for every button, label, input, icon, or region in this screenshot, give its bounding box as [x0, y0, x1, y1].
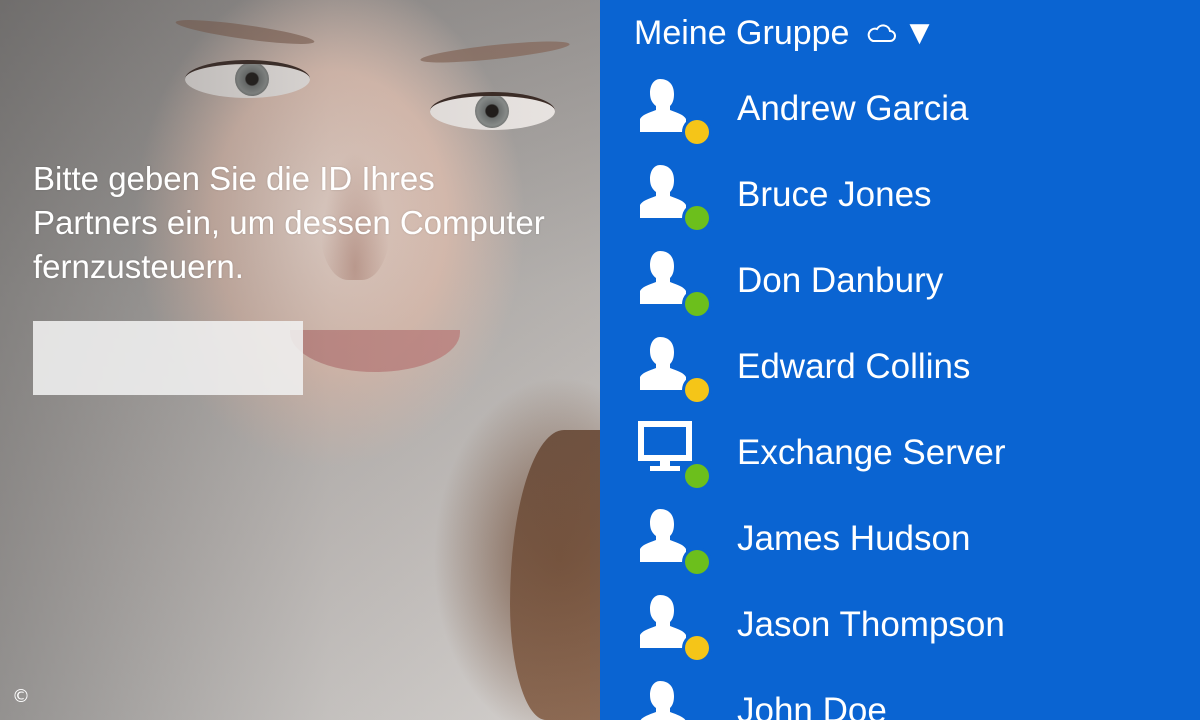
person-icon — [640, 251, 686, 304]
contact-name: Don Danbury — [737, 261, 944, 300]
avatar — [638, 248, 714, 316]
contact-list: Andrew Garcia Bruce Jones Don Danbury Ed… — [600, 68, 1200, 720]
avatar — [638, 592, 714, 660]
status-online-icon — [685, 206, 709, 230]
contact-name: Exchange Server — [737, 433, 1006, 472]
contact-item[interactable]: Andrew Garcia — [600, 68, 1200, 154]
copyright-label: © — [12, 686, 30, 707]
chevron-down-icon[interactable]: ▼ — [909, 20, 929, 46]
contacts-panel: Meine Gruppe ▼ Andrew Garcia Bruce Jones… — [600, 0, 1200, 720]
contact-item[interactable]: Don Danbury — [600, 240, 1200, 326]
partner-id-input[interactable] — [33, 321, 303, 395]
contact-item[interactable]: James Hudson — [600, 498, 1200, 584]
contact-item[interactable]: John Doe — [600, 670, 1200, 720]
group-title: Meine Gruppe — [634, 13, 850, 52]
person-icon — [640, 79, 686, 132]
person-icon — [640, 165, 686, 218]
contact-name: Bruce Jones — [737, 175, 932, 214]
contact-item[interactable]: Bruce Jones — [600, 154, 1200, 240]
contact-item[interactable]: Edward Collins — [600, 326, 1200, 412]
status-online-icon — [685, 550, 709, 574]
avatar — [638, 76, 714, 144]
status-away-icon — [685, 378, 709, 402]
person-icon — [640, 509, 686, 562]
group-selector[interactable]: Meine Gruppe ▼ — [634, 10, 929, 56]
status-online-icon — [685, 292, 709, 316]
teamviewer-app: Bitte geben Sie die ID Ihres Partners ei… — [0, 0, 1200, 720]
contact-item[interactable]: Exchange Server — [600, 412, 1200, 498]
person-icon — [640, 595, 686, 648]
monitor-icon — [638, 421, 692, 471]
avatar — [638, 506, 714, 574]
contact-name: John Doe — [737, 691, 887, 720]
contact-name: James Hudson — [737, 519, 971, 558]
partner-id-prompt: Bitte geben Sie die ID Ihres Partners ei… — [33, 160, 545, 285]
avatar — [638, 162, 714, 230]
person-icon — [640, 337, 686, 390]
contact-name: Edward Collins — [737, 347, 971, 386]
avatar — [638, 678, 714, 720]
partner-id-panel: Bitte geben Sie die ID Ihres Partners ei… — [0, 0, 600, 720]
avatar — [638, 334, 714, 402]
computer-avatar — [638, 420, 714, 488]
cloud-icon — [868, 24, 897, 42]
status-away-icon — [685, 120, 709, 144]
contact-name: Jason Thompson — [737, 605, 1005, 644]
person-icon — [640, 681, 686, 720]
contact-name: Andrew Garcia — [737, 89, 969, 128]
status-away-icon — [685, 636, 709, 660]
status-online-icon — [685, 464, 709, 488]
contact-item[interactable]: Jason Thompson — [600, 584, 1200, 670]
